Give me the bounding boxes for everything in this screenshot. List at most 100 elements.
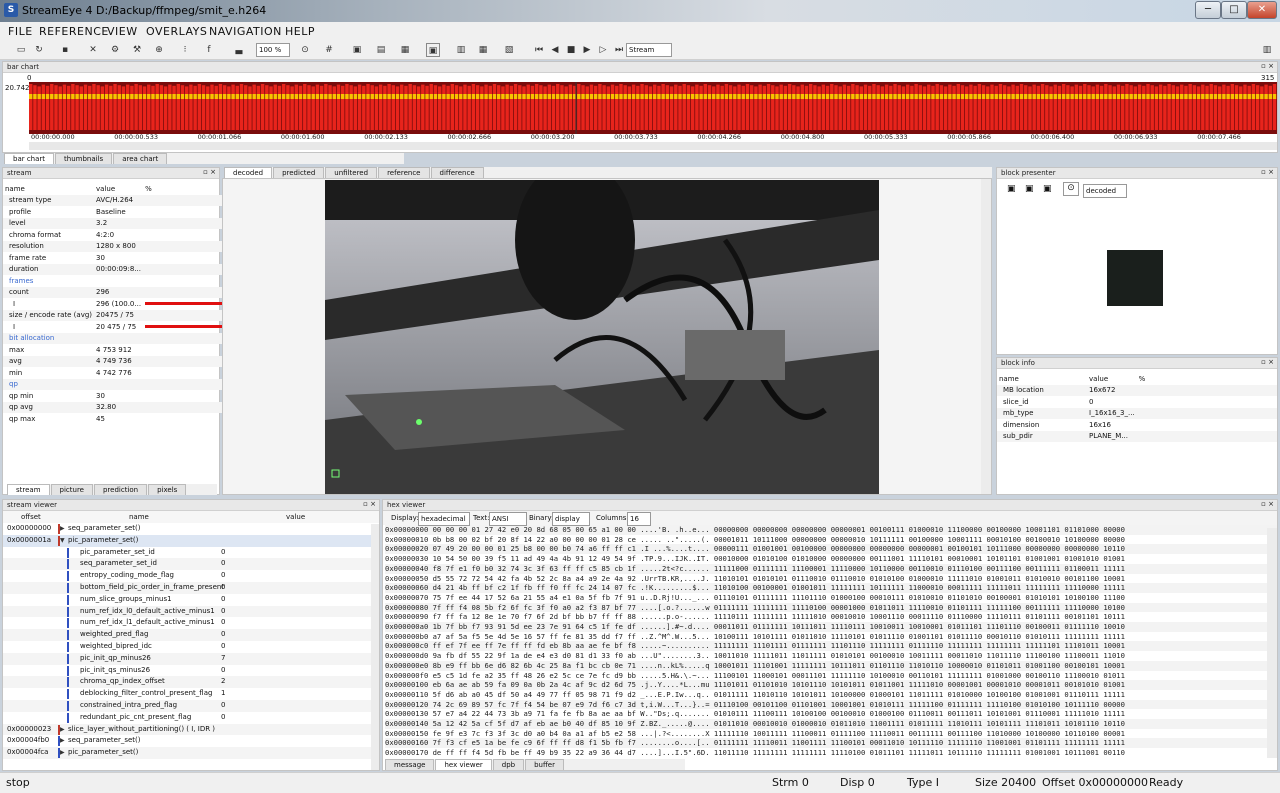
frame-bar[interactable] — [534, 84, 539, 130]
frame-bar[interactable] — [581, 85, 585, 130]
hex-line[interactable]: 0x00000130 57 e7 a4 22 44 73 3b a9 71 fa… — [385, 709, 1277, 719]
hex-line[interactable]: 0x000000d0 9a fb df 55 22 9f 1a de e4 e3… — [385, 651, 1277, 661]
tab-pixels[interactable]: pixels — [148, 484, 187, 495]
frame-bar[interactable] — [1142, 85, 1146, 130]
hex-line[interactable]: 0x00000160 7f f3 cf e5 1a be fe c9 6f ff… — [385, 738, 1277, 749]
frame-bar[interactable] — [79, 86, 84, 130]
tree-row[interactable]: ▶ 0x00000000 seq_parameter_set() — [3, 523, 379, 535]
last-frame-icon[interactable]: ⏭ — [612, 43, 626, 57]
frame-bar[interactable] — [543, 86, 547, 130]
frame-bar[interactable] — [876, 85, 880, 130]
frame-bar[interactable] — [29, 84, 33, 130]
frame-bar[interactable] — [130, 85, 134, 130]
frame-bar[interactable] — [235, 85, 240, 130]
frame-bar[interactable] — [96, 85, 100, 130]
frame-bar[interactable] — [265, 85, 269, 130]
view4-icon[interactable]: ▣ — [426, 43, 440, 57]
frame-bar[interactable] — [467, 85, 471, 130]
frame-bar[interactable] — [484, 84, 488, 130]
frame-bar[interactable] — [1163, 85, 1167, 130]
frame-bar[interactable] — [125, 84, 130, 130]
frame-bar[interactable] — [825, 85, 830, 130]
frame-bar[interactable] — [1272, 84, 1277, 130]
stream-row[interactable]: profile Baseline — [3, 206, 225, 218]
frame-bar[interactable] — [345, 84, 349, 130]
frame-bar[interactable] — [41, 84, 46, 130]
save-icon[interactable]: ▪ — [58, 43, 72, 57]
frame-bar[interactable] — [357, 84, 362, 130]
frame-bar[interactable] — [851, 84, 855, 130]
frame-bar[interactable] — [400, 84, 404, 130]
tree-row[interactable]: weighted_pred_flag 0 — [3, 629, 379, 641]
frame-bar[interactable] — [518, 85, 522, 130]
frame-bar[interactable] — [682, 84, 686, 130]
frame-bar[interactable] — [239, 84, 244, 130]
stream-row[interactable]: qp min 30 — [3, 390, 225, 402]
frame-bar[interactable] — [556, 84, 560, 130]
frame-bar[interactable] — [1171, 85, 1176, 130]
frame-bar[interactable] — [92, 84, 96, 130]
expand-icon[interactable]: ▶ — [60, 735, 65, 747]
frame-bar[interactable] — [1188, 84, 1192, 130]
frame-bar[interactable] — [897, 85, 901, 130]
frame-bar[interactable] — [1205, 85, 1209, 130]
frame-bar[interactable] — [800, 84, 804, 130]
tree-row[interactable]: redundant_pic_cnt_present_flag 0 — [3, 712, 379, 724]
hex-line[interactable]: 0x00000030 10 54 50 00 39 f5 11 ad 49 4a… — [385, 554, 1277, 564]
frame-bar[interactable] — [606, 86, 611, 130]
frame-bar[interactable] — [459, 86, 463, 130]
tree-row[interactable]: pic_init_qp_minus26 7 — [3, 652, 379, 665]
frame-bar[interactable] — [602, 85, 606, 130]
frame-bar[interactable] — [846, 85, 851, 130]
block-info-row[interactable]: mb_type I_16x16_3_... — [997, 407, 1277, 419]
frame-bar[interactable] — [1180, 84, 1184, 130]
frame-bar[interactable] — [505, 84, 509, 130]
frame-bar[interactable] — [281, 84, 286, 130]
frame-bar[interactable] — [71, 84, 75, 130]
first-frame-icon[interactable]: ⏮ — [532, 43, 546, 57]
frame-bar[interactable] — [783, 85, 788, 130]
frame-bar[interactable] — [792, 85, 796, 130]
reload-icon[interactable]: ↻ — [32, 43, 46, 57]
frame-bar[interactable] — [560, 85, 564, 130]
tab-message[interactable]: message — [385, 759, 435, 770]
frame-bar[interactable] — [547, 84, 552, 130]
frame-bar[interactable] — [872, 84, 876, 130]
tree-row[interactable]: ▶ 0x00000023 slice_layer_without_partition… — [3, 723, 379, 736]
frame-bar[interactable] — [100, 86, 105, 130]
block-view2-icon[interactable]: ▣ — [1025, 184, 1034, 194]
frame-bar[interactable] — [1158, 84, 1163, 130]
stream-row[interactable]: I 20 475 / 75 — [3, 321, 225, 333]
hex-line[interactable]: 0x00000170 de ff ff f4 5d fb be ff 49 b9… — [385, 748, 1277, 758]
frame-bar[interactable] — [1032, 84, 1036, 130]
frame-bar[interactable] — [939, 85, 944, 130]
frame-bar[interactable] — [324, 84, 328, 130]
frame-bar[interactable] — [703, 84, 708, 130]
frame-bar[interactable] — [492, 84, 497, 130]
frame-bar[interactable] — [425, 85, 429, 130]
frame-bar[interactable] — [1049, 86, 1053, 130]
view3-icon[interactable]: ▦ — [398, 43, 412, 57]
stream-row[interactable]: max 4 753 912 — [3, 344, 225, 356]
frame-bar[interactable] — [421, 84, 425, 130]
frame-bar[interactable] — [1036, 85, 1041, 130]
tab-area-chart[interactable]: area chart — [113, 153, 168, 164]
viewer-scrollbar[interactable] — [981, 179, 991, 494]
frame-bar[interactable] — [244, 85, 248, 130]
tree-row[interactable]: weighted_bipred_idc 0 — [3, 641, 379, 653]
tab-reference[interactable]: reference — [378, 167, 430, 178]
frame-bar[interactable] — [653, 84, 657, 130]
frame-bar[interactable] — [745, 84, 750, 130]
frame-bar[interactable] — [391, 85, 396, 130]
frame-bar[interactable] — [509, 85, 514, 130]
mode-select[interactable]: Stream — [626, 43, 672, 57]
frame-bar[interactable] — [315, 84, 320, 130]
panel-controls-icon[interactable]: ▫ × — [203, 168, 216, 176]
frame-bar[interactable] — [1078, 85, 1083, 130]
stream-row[interactable]: duration 00:00:09:8... — [3, 263, 226, 275]
frame-bar[interactable] — [943, 86, 948, 130]
frame-bar[interactable] — [922, 86, 927, 130]
frame-bar[interactable] — [1213, 85, 1218, 130]
frame-bar[interactable] — [1104, 84, 1108, 130]
frame-bar[interactable] — [855, 85, 859, 130]
